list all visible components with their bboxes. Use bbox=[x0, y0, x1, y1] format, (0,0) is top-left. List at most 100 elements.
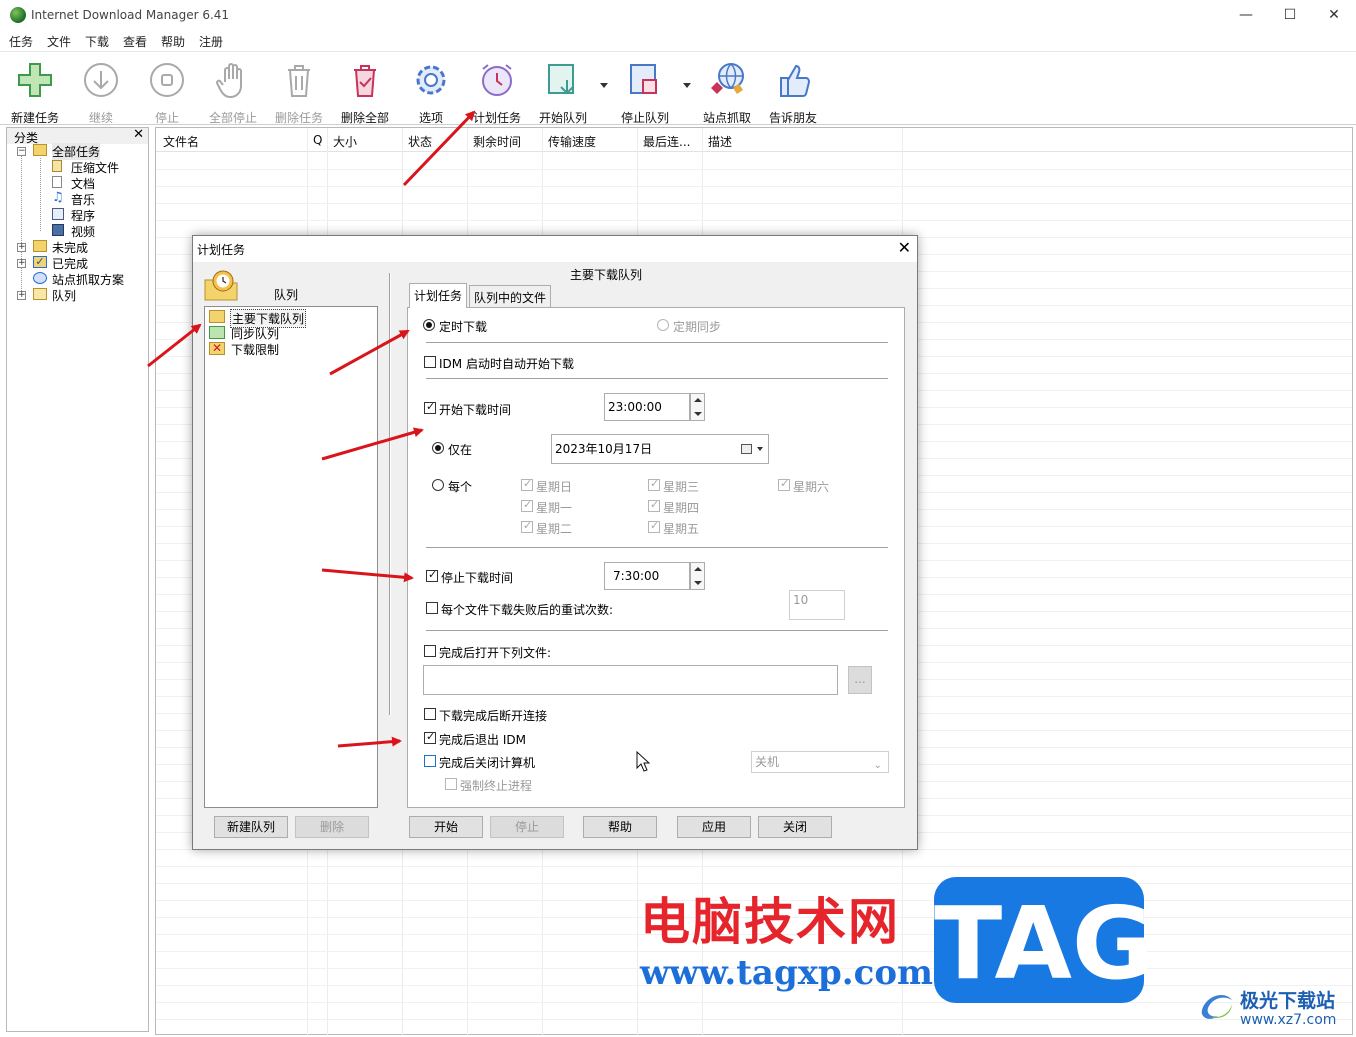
tell-friend-button[interactable]: 告诉朋友 bbox=[760, 60, 826, 125]
row-gridline bbox=[156, 1002, 1352, 1003]
menu-download[interactable]: 下载 bbox=[85, 33, 109, 50]
separator bbox=[426, 342, 888, 343]
delete-queue-button[interactable]: 删除 bbox=[295, 816, 369, 838]
stop-time-spinner[interactable] bbox=[690, 562, 705, 590]
idm-app-icon bbox=[10, 7, 26, 23]
force-kill-label: 强制终止进程 bbox=[460, 779, 533, 793]
calendar-icon bbox=[741, 444, 752, 454]
stop-queue-dialog-button[interactable]: 停止 bbox=[490, 816, 564, 838]
retry-label: 每个文件下载失败后的重试次数: bbox=[441, 603, 614, 617]
browse-button[interactable]: ... bbox=[848, 666, 872, 694]
stop-queue-button[interactable]: 停止队列 bbox=[612, 60, 678, 125]
radio-daily[interactable] bbox=[432, 479, 444, 491]
menu-file[interactable]: 文件 bbox=[47, 33, 71, 50]
maximize-button[interactable]: ☐ bbox=[1268, 4, 1312, 26]
column-description[interactable]: 描述 bbox=[708, 133, 732, 150]
tree-expand-icon[interactable]: + bbox=[17, 291, 26, 300]
separator bbox=[426, 547, 888, 548]
checkbox-force-kill[interactable] bbox=[445, 778, 457, 790]
start-button[interactable]: 开始 bbox=[409, 816, 483, 838]
start-queue-button[interactable]: 开始队列 bbox=[530, 60, 596, 125]
folder-x-icon: ✕ bbox=[209, 342, 225, 355]
row-gridline bbox=[156, 203, 1352, 204]
sunday-label: 星期日 bbox=[536, 480, 573, 494]
xz-swirl-icon bbox=[1201, 995, 1232, 1019]
column-last-try[interactable]: 最后连... bbox=[643, 133, 690, 150]
column-status[interactable]: 状态 bbox=[408, 133, 432, 150]
checkbox-tuesday[interactable] bbox=[521, 519, 533, 533]
tree-expand-icon[interactable]: + bbox=[17, 259, 26, 268]
category-header: 分类 ✕ bbox=[7, 127, 148, 145]
checkbox-wednesday[interactable] bbox=[648, 477, 660, 491]
menu-bar: 任务 文件 下载 查看 帮助 注册 bbox=[0, 30, 1356, 50]
retry-count-input[interactable]: 10 bbox=[789, 590, 845, 620]
start-queue-dropdown-icon[interactable] bbox=[600, 83, 608, 88]
checkbox-start-time[interactable] bbox=[424, 400, 436, 414]
start-time-input[interactable]: 23:00:00 bbox=[604, 393, 690, 421]
tree-expand-icon[interactable]: + bbox=[17, 243, 26, 252]
menu-view[interactable]: 查看 bbox=[123, 33, 147, 50]
title-bar: Internet Download Manager 6.41 — ☐ ✕ bbox=[0, 0, 1356, 30]
open-file-path-input[interactable] bbox=[423, 665, 838, 695]
download-circle-icon bbox=[84, 63, 118, 97]
checkbox-friday[interactable] bbox=[648, 519, 660, 533]
saturday-label: 星期六 bbox=[793, 480, 830, 494]
vertical-divider bbox=[389, 273, 391, 715]
column-speed[interactable]: 传输速度 bbox=[548, 133, 596, 150]
checkbox-saturday[interactable] bbox=[778, 477, 790, 491]
category-panel: 分类 ✕ − 全部任务 压缩文件 文档 ♫ 音乐 程序 视频 + 未完成 + ✓… bbox=[6, 127, 149, 1032]
tell-friend-label: 告诉朋友 bbox=[768, 111, 817, 125]
checkbox-hangup[interactable] bbox=[424, 708, 436, 720]
checkbox-start-on-launch[interactable] bbox=[424, 356, 436, 368]
stop-queue-dropdown-icon[interactable] bbox=[683, 83, 691, 88]
checkbox-thursday[interactable] bbox=[648, 498, 660, 512]
dialog-close-icon[interactable]: ✕ bbox=[898, 238, 911, 257]
column-time-left[interactable]: 剩余时间 bbox=[473, 133, 521, 150]
menu-register[interactable]: 注册 bbox=[199, 33, 223, 50]
stop-time-input[interactable]: 7:30:00 bbox=[604, 562, 690, 590]
checkbox-shutdown[interactable] bbox=[424, 755, 436, 767]
radio-schedule[interactable] bbox=[423, 319, 435, 331]
video-icon bbox=[52, 224, 64, 236]
shutdown-label: 完成后关闭计算机 bbox=[439, 756, 536, 770]
close-button[interactable]: ✕ bbox=[1312, 4, 1356, 26]
checkbox-open-file[interactable] bbox=[424, 645, 436, 657]
globe-icon bbox=[33, 272, 47, 284]
apply-button[interactable]: 应用 bbox=[677, 816, 751, 838]
checkbox-exit-idm[interactable] bbox=[424, 730, 436, 744]
new-queue-button[interactable]: 新建队列 bbox=[214, 816, 288, 838]
mouse-cursor-icon bbox=[636, 751, 650, 772]
checkbox-retry[interactable] bbox=[426, 602, 438, 614]
tree-collapse-icon[interactable]: − bbox=[17, 147, 26, 156]
dialog-close-button[interactable]: 关闭 bbox=[758, 816, 832, 838]
radio-sync[interactable] bbox=[657, 319, 669, 331]
start-on-launch-label: IDM 启动时自动开始下载 bbox=[439, 357, 574, 371]
date-picker[interactable]: 2023年10月17日 bbox=[551, 434, 769, 464]
friday-label: 星期五 bbox=[663, 522, 700, 536]
start-time-spinner[interactable] bbox=[690, 393, 705, 421]
menu-task[interactable]: 任务 bbox=[9, 33, 33, 50]
thumbs-up-icon bbox=[780, 64, 811, 97]
tree-line bbox=[21, 155, 22, 297]
folder-queue-icon bbox=[33, 288, 47, 300]
column-q[interactable]: Q bbox=[313, 133, 322, 147]
shutdown-mode-select[interactable]: 关机 ⌄ bbox=[751, 751, 889, 773]
tab-queue-files[interactable]: 队列中的文件 bbox=[469, 285, 552, 307]
checkbox-stop-time[interactable] bbox=[426, 568, 438, 582]
column-size[interactable]: 大小 bbox=[333, 133, 357, 150]
radio-once[interactable] bbox=[432, 442, 444, 454]
menu-help[interactable]: 帮助 bbox=[161, 33, 185, 50]
toolbar: 新建任务 继续 停止 全部停止 删除任务 删除全部 选项 计划任务 开始队列 停… bbox=[0, 51, 1356, 125]
help-button[interactable]: 帮助 bbox=[583, 816, 657, 838]
category-all-label: 全部任务 bbox=[52, 143, 101, 160]
category-documents-label: 文档 bbox=[71, 177, 96, 191]
tree-line bbox=[40, 158, 41, 231]
checkbox-monday[interactable] bbox=[521, 498, 533, 512]
category-music-label: 音乐 bbox=[71, 193, 96, 207]
column-filename[interactable]: 文件名 bbox=[163, 133, 199, 150]
checkbox-sunday[interactable] bbox=[521, 477, 533, 491]
minimize-button[interactable]: — bbox=[1224, 4, 1268, 26]
close-icon[interactable]: ✕ bbox=[133, 127, 144, 142]
tab-schedule[interactable]: 计划任务 bbox=[409, 283, 468, 308]
tag-badge-text: TAG bbox=[934, 885, 1154, 1002]
